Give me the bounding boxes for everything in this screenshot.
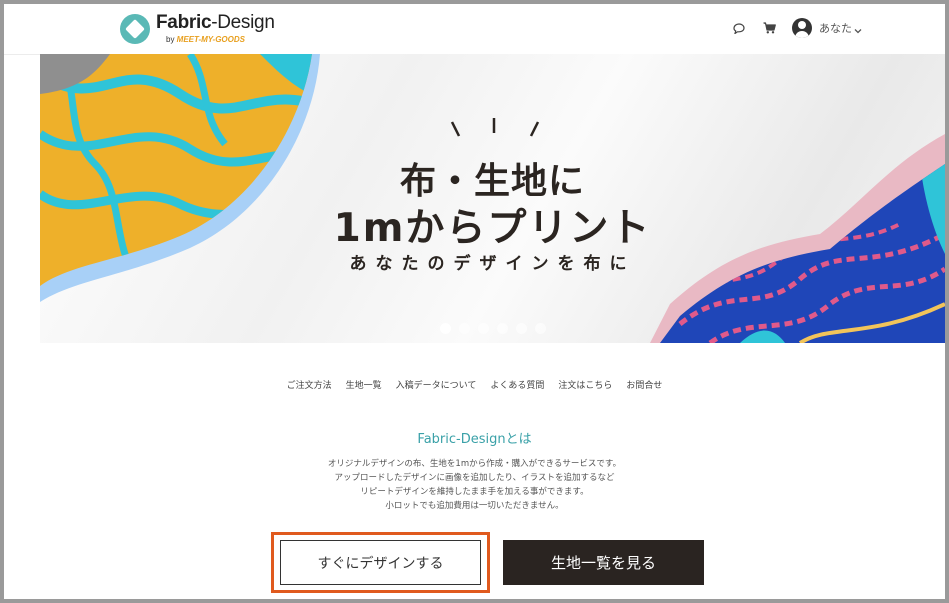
carousel-dots xyxy=(40,323,945,334)
chevron-down-icon xyxy=(854,19,862,38)
nav-link-submission-data[interactable]: 入稿データについて xyxy=(389,378,484,391)
avatar-icon xyxy=(792,18,812,38)
about-line: アップロードしたデザインに画像を追加したり、イラストを追加するなど xyxy=(334,473,615,483)
nav-link-order-here[interactable]: 注文はこちら xyxy=(551,378,619,391)
carousel-dot[interactable] xyxy=(534,323,546,334)
carousel-dot[interactable] xyxy=(477,323,489,334)
nav-link-faq[interactable]: よくある質問 xyxy=(483,378,551,391)
design-now-button[interactable]: すぐにデザインする xyxy=(280,540,481,585)
hero-tagline: あなたのデザインを布に xyxy=(349,254,636,274)
carousel-dot[interactable] xyxy=(496,323,508,334)
site-logo[interactable]: Fabric-Design by MEET-MY-GOODS xyxy=(120,12,280,48)
about-description: オリジナルデザインの布、生地を1mから作成・購入ができるサービスです。 アップロ… xyxy=(4,457,945,513)
about-line: リピートデザインを維持したまま手を加える事ができます。 xyxy=(360,487,589,497)
info-nav: ご注文方法 生地一覧 入稿データについて よくある質問 注文はこちら お問合せ xyxy=(4,378,945,391)
carousel-dot[interactable] xyxy=(439,323,451,334)
about-title: Fabric-Designとは xyxy=(417,432,532,447)
about-line: 小ロットでも追加費用は一切いただきません。 xyxy=(385,501,564,511)
carousel-dot[interactable] xyxy=(458,323,470,334)
about-line: オリジナルデザインの布、生地を1mから作成・購入ができるサービスです。 xyxy=(327,459,622,469)
logo-title: Fabric-Design xyxy=(156,12,275,33)
hero-headline-line2: 1mからプリント xyxy=(333,206,652,251)
site-header: Fabric-Design by MEET-MY-GOODS あなた xyxy=(4,4,945,55)
user-menu[interactable]: あなた xyxy=(792,15,862,41)
logo-badge-icon xyxy=(120,14,150,44)
nav-link-fabric-list[interactable]: 生地一覧 xyxy=(339,378,389,391)
chat-icon[interactable] xyxy=(730,19,748,37)
cart-icon[interactable] xyxy=(760,19,778,37)
fabric-list-button[interactable]: 生地一覧を見る xyxy=(503,540,704,585)
user-name: あなた xyxy=(819,22,852,35)
logo-subtitle: by MEET-MY-GOODS xyxy=(166,35,245,44)
hero-banner[interactable]: 布・生地に 1mからプリント あなたのデザインを布に xyxy=(40,54,945,343)
carousel-dot[interactable] xyxy=(515,323,527,334)
nav-link-contact[interactable]: お問合せ xyxy=(619,378,669,391)
browser-viewport: Fabric-Design by MEET-MY-GOODS あなた 布・生地に… xyxy=(4,4,945,599)
nav-link-order-method[interactable]: ご注文方法 xyxy=(280,378,339,391)
